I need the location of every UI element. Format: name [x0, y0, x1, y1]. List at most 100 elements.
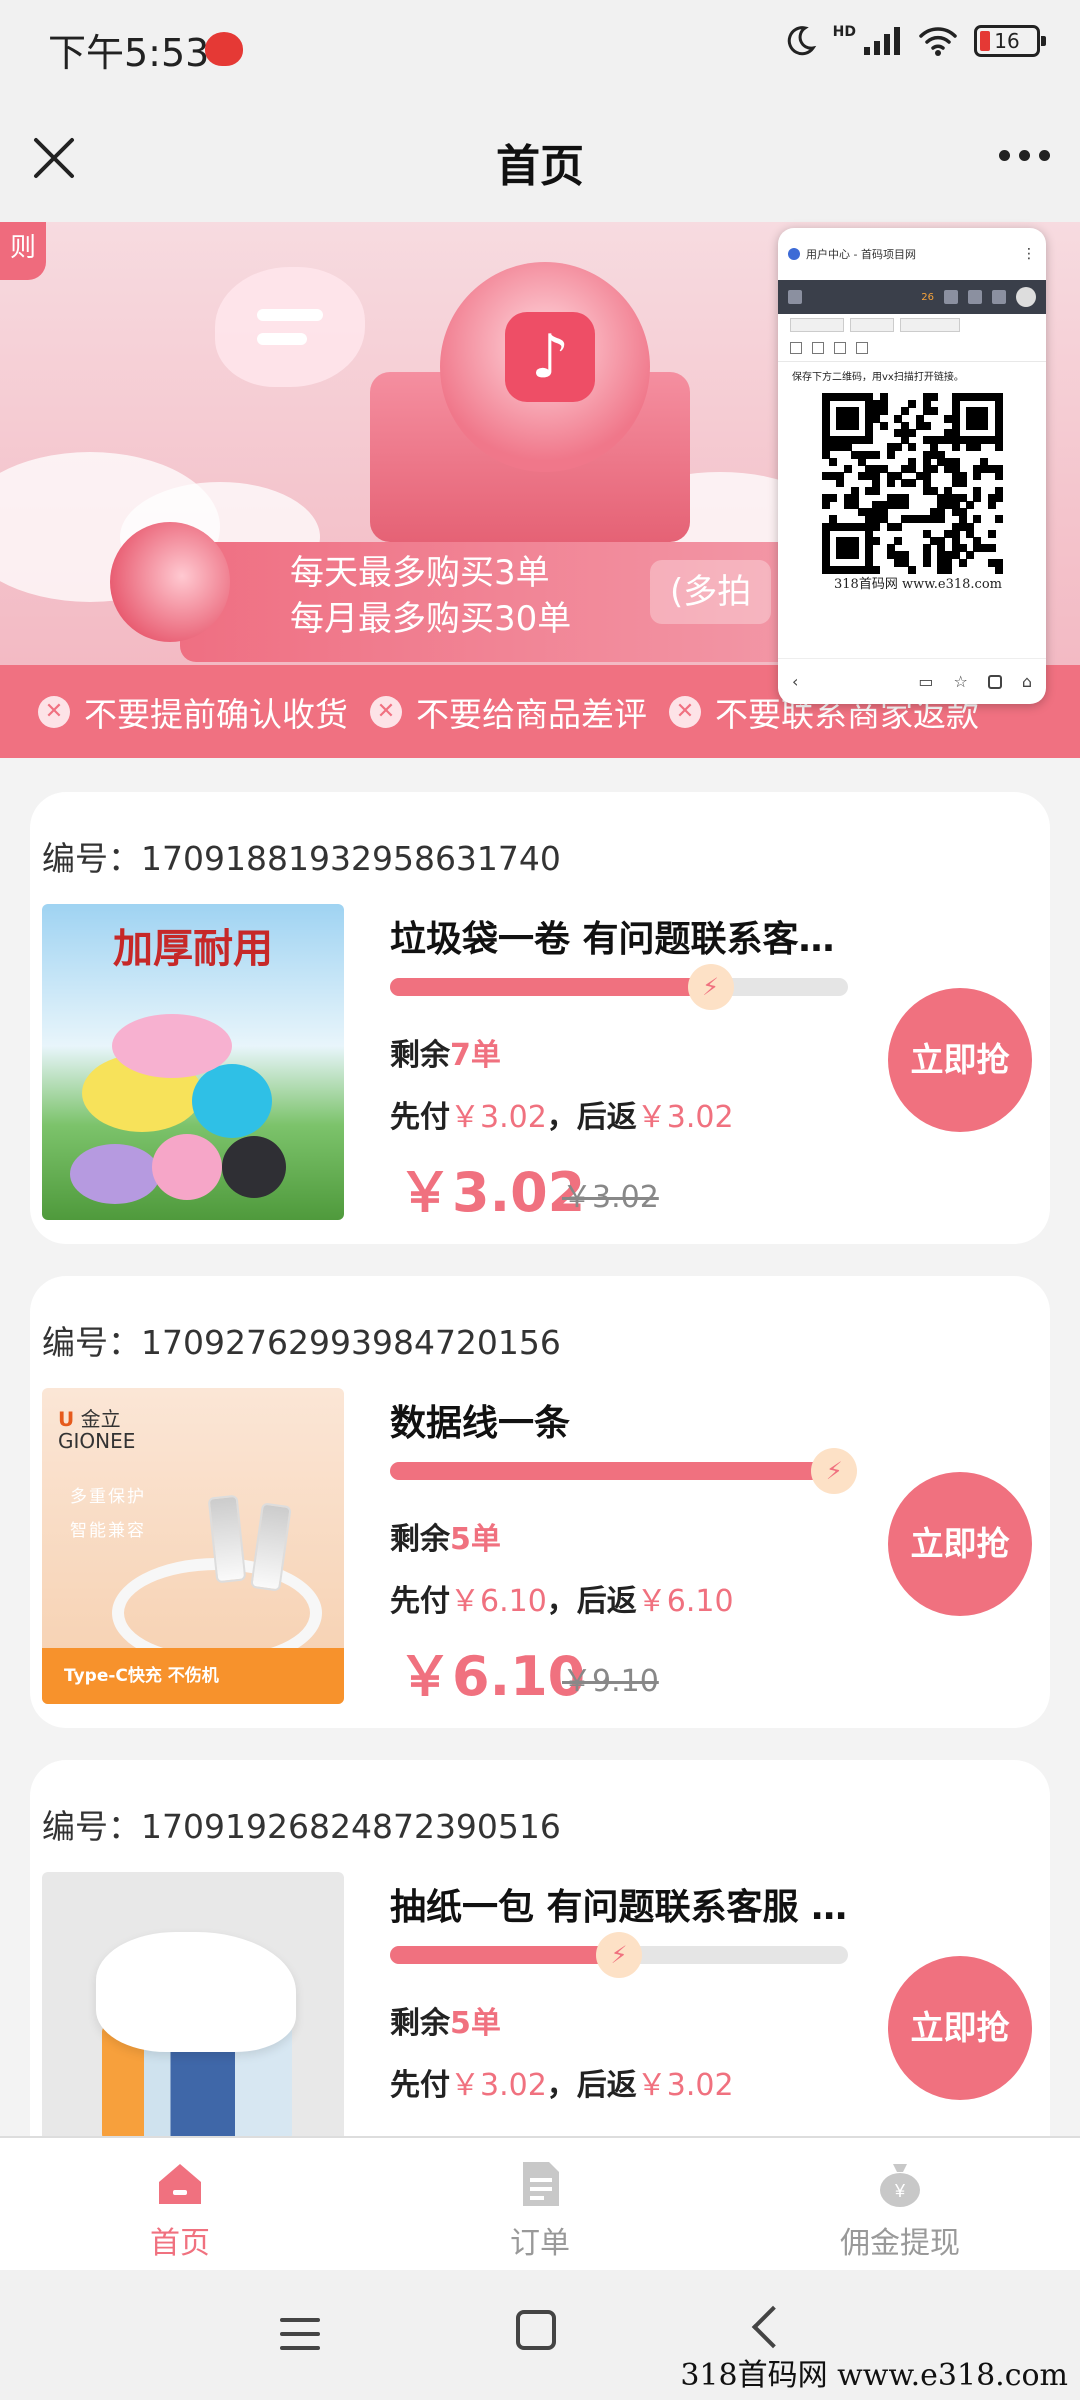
tab-label: 首页 — [150, 2226, 210, 2261]
menu-icon[interactable] — [788, 290, 802, 304]
more-icon[interactable]: ⋮ — [1022, 246, 1036, 262]
order-number: 编号：17092762993984720156 — [42, 1323, 561, 1362]
product-card[interactable]: 编号：17092762993984720156 ᑌ 金立 GIONEE 多重保护智… — [30, 1276, 1050, 1728]
progress-fill — [390, 978, 711, 996]
product-title[interactable]: 数据线一条 — [390, 1394, 860, 1446]
cross-icon: ✕ — [669, 695, 701, 728]
product-title[interactable]: 抽纸一包 有问题联系客服 … — [390, 1878, 860, 1930]
order-number: 编号：17091926824872390516 — [42, 1807, 561, 1846]
qr-popup-window[interactable]: 用户中心 - 首码项目网 ⋮ 26 保存下方二维码，用vx扫描打开链接。 318… — [778, 228, 1046, 704]
buy-now-button[interactable]: 立即抢 — [888, 1956, 1032, 2100]
monthly-limit: 每月最多购买30单 — [290, 599, 572, 639]
tab-orders[interactable]: 订单 — [360, 2138, 720, 2270]
buy-now-button[interactable]: 立即抢 — [888, 1472, 1032, 1616]
svg-text:¥: ¥ — [894, 2181, 906, 2201]
qr-popup-title: 用户中心 - 首码项目网 — [806, 248, 916, 261]
tab-label: 佣金提现 — [840, 2226, 960, 2261]
location-icon[interactable] — [944, 290, 958, 304]
payment-info: 先付￥6.10，后返￥6.10 — [390, 1584, 734, 1619]
rule-item: ✕ 不要提前确认收货 — [38, 688, 348, 736]
price: ￥3.02 — [398, 1161, 586, 1224]
tissue-graphic — [96, 1932, 296, 2052]
editor-selects — [778, 314, 1046, 338]
purchase-limit-text: 每天最多购买3单 每月最多购买30单 — [290, 550, 571, 642]
network-label: HD — [832, 24, 856, 40]
app-notification-icon — [205, 32, 243, 66]
brand-logo: ᑌ 金立 GIONEE — [58, 1407, 136, 1453]
lightning-icon: ⚡ — [596, 1932, 642, 1978]
tab-label: 订单 — [510, 2226, 570, 2261]
tabs-icon[interactable] — [987, 674, 1002, 689]
qr-code — [822, 393, 1003, 574]
battery-level: 16 — [994, 29, 1020, 53]
money-bag-icon: ¥ — [880, 2164, 920, 2207]
page-title: 首页 — [496, 141, 584, 192]
moon-icon — [787, 26, 816, 56]
signal-icon — [864, 27, 900, 55]
order-number: 编号：17091881932958631740 — [42, 839, 561, 878]
home-button-icon[interactable] — [516, 2310, 556, 2350]
qr-tip: 保存下方二维码，用vx扫描打开链接。 — [792, 372, 964, 383]
image-features: 多重保护 智能兼容 — [70, 1487, 146, 1541]
editor-toolbar — [778, 338, 1046, 362]
tab-commission[interactable]: ¥ 佣金提现 — [720, 2138, 1080, 2270]
original-price: ￥3.02 — [562, 1180, 659, 1215]
comment-icon[interactable]: ▭ — [918, 672, 933, 691]
bottom-tab-bar: 首页 订单 ¥ 佣金提现 — [0, 2136, 1080, 2270]
payment-info: 先付￥3.02，后返￥3.02 — [390, 2068, 734, 2103]
star-icon[interactable]: ☆ — [954, 672, 968, 691]
progress-fill — [390, 1462, 835, 1480]
image-caption: 加厚耐用 — [113, 925, 273, 972]
top-nav-bar: 首页 — [0, 100, 1080, 222]
qr-popup-toolbar: 26 — [778, 280, 1046, 314]
back-icon[interactable]: ‹ — [792, 672, 798, 691]
document-icon — [523, 2162, 559, 2206]
qr-popup-titlebar: 用户中心 - 首码项目网 ⋮ — [778, 228, 1046, 280]
status-icons: HD 16 — [783, 24, 1046, 58]
home-icon[interactable]: ⌂ — [1022, 672, 1032, 691]
remaining-orders: 剩余5单 — [390, 2006, 501, 2041]
system-navigation-bar: 318首码网 www.e318.com — [0, 2270, 1080, 2400]
battery-icon: 16 — [974, 25, 1046, 57]
remaining-orders: 剩余5单 — [390, 1522, 501, 1557]
image-caption: Type-C快充 不伤机 — [42, 1648, 344, 1704]
watermark: 318首码网 www.e318.com — [680, 2358, 1068, 2393]
wifi-icon — [919, 27, 957, 56]
stock-progress: ⚡ — [390, 1932, 848, 1978]
status-time: 下午5:53 — [48, 31, 210, 75]
rule-item: ✕ 不要给商品差评 — [370, 688, 647, 736]
payment-info: 先付￥3.02，后返￥3.02 — [390, 1100, 734, 1135]
product-title[interactable]: 垃圾袋一卷 有问题联系客… — [390, 910, 860, 962]
status-bar: 下午5:53 HD 16 — [0, 0, 1080, 100]
cross-icon: ✕ — [38, 695, 70, 728]
progress-fill — [390, 1946, 619, 1964]
remaining-orders: 剩余7单 — [390, 1038, 501, 1073]
chat-bubble-graphic — [215, 267, 365, 387]
coin-badge: 26 — [921, 291, 934, 303]
qr-caption: 318首码网 www.e318.com — [834, 577, 1002, 592]
product-image[interactable]: ᑌ 金立 GIONEE 多重保护 智能兼容 Type-C快充 不伤机 — [42, 1388, 344, 1704]
product-image[interactable]: 加厚耐用 — [42, 904, 344, 1220]
back-icon[interactable] — [751, 2305, 795, 2349]
recent-apps-icon[interactable] — [280, 2318, 320, 2360]
megaphone-icon — [110, 522, 230, 642]
bell-icon[interactable] — [968, 290, 982, 304]
rules-tag[interactable]: 则 — [0, 222, 46, 280]
product-card[interactable]: 编号：17091881932958631740 加厚耐用 垃圾袋一卷 有问题联系… — [30, 792, 1050, 1244]
buy-now-button[interactable]: 立即抢 — [888, 988, 1032, 1132]
original-price: ￥9.10 — [562, 1664, 659, 1699]
lightning-icon: ⚡ — [811, 1448, 858, 1494]
rule-note: (多拍 — [650, 560, 772, 624]
tiktok-logo-icon: ♪ — [505, 312, 595, 402]
avatar[interactable] — [1016, 287, 1036, 307]
more-menu-icon[interactable] — [999, 150, 1050, 161]
stock-progress: ⚡ — [390, 1448, 858, 1494]
cross-icon: ✕ — [370, 695, 402, 728]
shield-icon — [788, 248, 800, 260]
flag-icon[interactable] — [992, 290, 1006, 304]
daily-limit: 每天最多购买3单 — [290, 553, 550, 593]
qr-popup-bottombar: ‹ ▭ ☆ ⌂ — [778, 658, 1046, 704]
tab-home[interactable]: 首页 — [0, 2138, 360, 2270]
price: ￥6.10 — [398, 1645, 586, 1708]
home-icon — [159, 2164, 201, 2204]
